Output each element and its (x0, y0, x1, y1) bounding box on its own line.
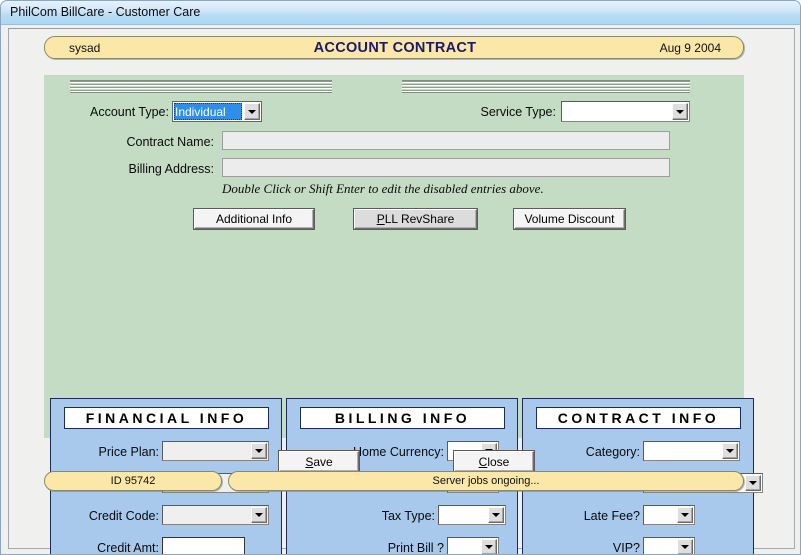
chevron-down-icon (255, 449, 263, 453)
vip-combo[interactable] (643, 537, 695, 554)
tax-type-dropdown-button[interactable] (488, 507, 504, 523)
close-label: lose (487, 454, 510, 469)
vip-label: VIP? (612, 541, 640, 555)
billing-address-label: Billing Address: (128, 162, 214, 176)
credit-code-dropdown-button[interactable] (251, 507, 267, 523)
volume-discount-button[interactable]: Volume Discount (514, 209, 625, 229)
pll-revshare-label: LL RevShare (384, 212, 455, 226)
credit-amt-label: Credit Amt: (97, 541, 159, 555)
window-title: PhilCom BillCare - Customer Care (10, 5, 201, 19)
record-id-badge: ID 95742 (44, 471, 222, 491)
service-type-combo[interactable] (561, 101, 690, 122)
service-type-label: Service Type: (480, 105, 556, 119)
decorative-rule-left (70, 80, 332, 93)
chevron-down-icon (492, 513, 500, 517)
late-fee-combo[interactable] (643, 505, 695, 525)
panels-background: Additional Info PLL RevShare Volume Disc… (44, 203, 763, 554)
decorative-rule-right (402, 80, 690, 93)
late-fee-dropdown-button[interactable] (677, 507, 693, 523)
contract-info-title: CONTRACT INFO (536, 407, 741, 429)
vip-dropdown-button[interactable] (677, 539, 693, 554)
tax-type-label: Tax Type: (381, 509, 435, 523)
client-area: sysad ACCOUNT CONTRACT Aug 9 2004 Accoun… (8, 28, 795, 554)
print-bill-dropdown-button[interactable] (481, 539, 497, 554)
save-label: ave (313, 454, 333, 469)
status-message: Server jobs ongoing... (432, 475, 540, 487)
close-button[interactable]: Close (454, 451, 534, 472)
pll-revshare-accel: P (376, 212, 385, 226)
category-label: Category: (585, 445, 640, 459)
chevron-down-icon (676, 109, 684, 114)
status-bar: Server jobs ongoing... (228, 471, 744, 491)
chevron-down-icon (248, 109, 256, 114)
chevron-down-icon (485, 545, 493, 549)
header-date: Aug 9 2004 (659, 41, 721, 55)
late-fee-label: Late Fee? (583, 509, 640, 523)
chevron-down-icon (749, 481, 757, 485)
category-dropdown-button[interactable] (722, 443, 738, 459)
additional-info-button[interactable]: Additional Info (194, 209, 314, 229)
print-bill-label: Print Bill ? (387, 541, 444, 555)
credit-code-label: Credit Code: (88, 509, 159, 523)
window-titlebar: PhilCom BillCare - Customer Care (1, 1, 800, 25)
credit-amt-input[interactable] (162, 537, 245, 554)
financial-info-title: FINANCIAL INFO (64, 407, 269, 429)
chevron-down-icon (255, 513, 263, 517)
sic-dropdown-button[interactable] (745, 475, 761, 491)
price-plan-dropdown-button[interactable] (251, 443, 267, 459)
account-type-combo[interactable]: Individual (172, 101, 262, 122)
billing-info-title: BILLING INFO (300, 407, 505, 429)
tax-type-combo[interactable] (438, 505, 506, 525)
chevron-down-icon (726, 449, 734, 453)
print-bill-combo[interactable] (447, 537, 499, 554)
pll-revshare-button[interactable]: PLL RevShare (354, 209, 477, 229)
chevron-down-icon (681, 545, 689, 549)
header-banner: sysad ACCOUNT CONTRACT Aug 9 2004 (44, 36, 744, 59)
contract-name-label: Contract Name: (126, 135, 214, 149)
record-id-text: ID 95742 (110, 475, 156, 487)
account-type-label: Account Type: (90, 105, 169, 119)
application-window: PhilCom BillCare - Customer Care sysad A… (0, 0, 801, 555)
chevron-down-icon (681, 513, 689, 517)
contract-name-input[interactable] (222, 131, 670, 150)
price-plan-label: Price Plan: (98, 445, 159, 459)
credit-code-combo[interactable] (162, 505, 269, 525)
price-plan-combo[interactable] (162, 441, 269, 461)
category-combo[interactable] (643, 441, 740, 461)
account-details-panel: Account Type: Individual Service Type: C… (44, 75, 744, 203)
service-type-dropdown-button[interactable] (672, 103, 688, 120)
page-title: ACCOUNT CONTRACT (313, 40, 477, 56)
account-type-selected-value: Individual (174, 103, 242, 120)
account-type-dropdown-button[interactable] (244, 103, 260, 120)
billing-address-input[interactable] (222, 158, 670, 177)
save-button[interactable]: Save (279, 451, 359, 472)
edit-hint-text: Double Click or Shift Enter to edit the … (222, 181, 544, 196)
